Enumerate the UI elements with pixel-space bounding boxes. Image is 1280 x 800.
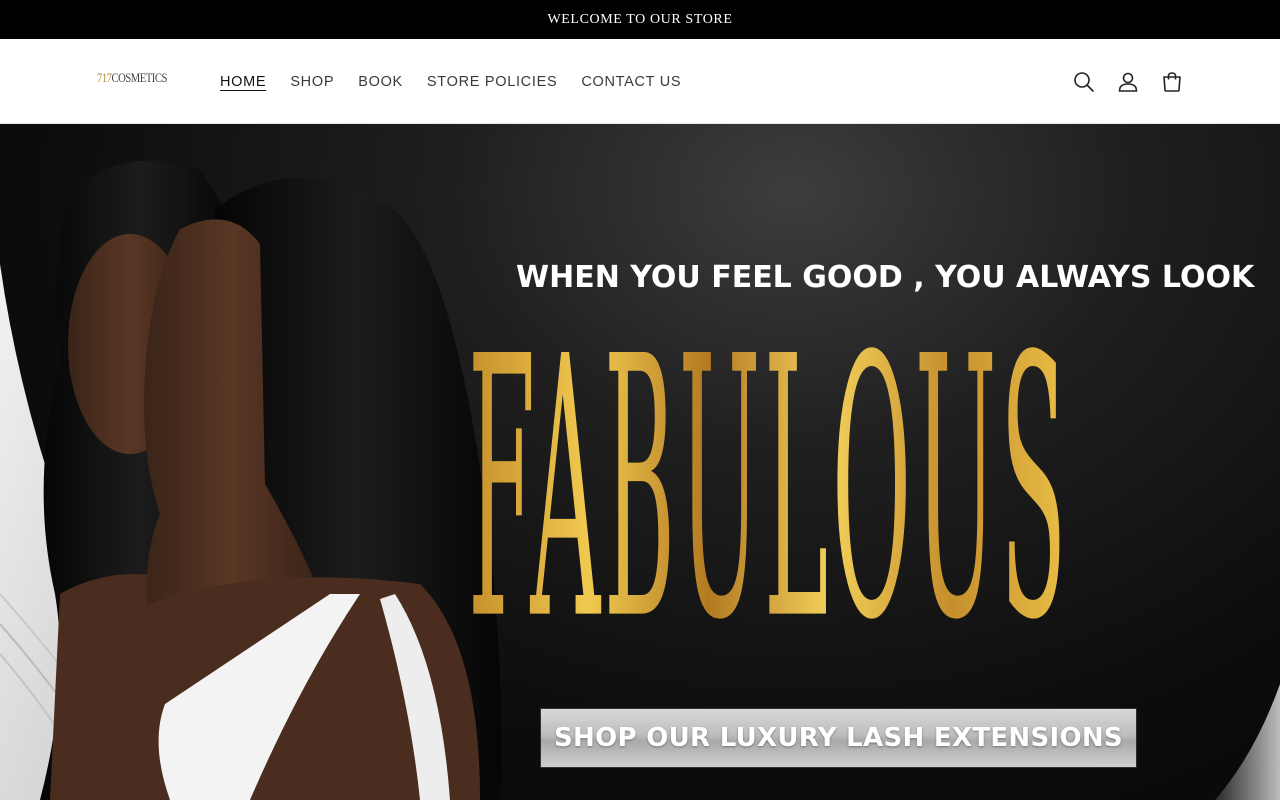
nav-shop[interactable]: SHOP <box>290 74 334 90</box>
logo-name: COSMETICS <box>111 70 168 85</box>
announcement-bar: WELCOME TO OUR STORE <box>0 0 1280 39</box>
nav-book[interactable]: BOOK <box>358 74 403 90</box>
main-nav: HOME SHOP BOOK STORE POLICIES CONTACT US <box>220 39 681 124</box>
store-logo[interactable]: 717COSMETICS <box>97 70 167 86</box>
shop-lash-extensions-button[interactable]: SHOP OUR LUXURY LASH EXTENSIONS <box>541 709 1136 767</box>
account-icon[interactable] <box>1116 70 1140 94</box>
announcement-text: WELCOME TO OUR STORE <box>547 11 733 27</box>
header-icons <box>1072 39 1184 124</box>
hero-banner: WHEN YOU FEEL GOOD , YOU ALWAYS LOOK FAB… <box>0 124 1280 800</box>
site-header: 717COSMETICS HOME SHOP BOOK STORE POLICI… <box>0 39 1280 124</box>
nav-home[interactable]: HOME <box>220 74 266 90</box>
nav-store-policies[interactable]: STORE POLICIES <box>427 74 557 90</box>
nav-contact-us[interactable]: CONTACT US <box>581 74 681 90</box>
search-icon[interactable] <box>1072 70 1096 94</box>
models-illustration <box>40 160 502 800</box>
logo-number: 717 <box>97 70 112 85</box>
hero-headline: FABULOUS <box>468 278 1071 700</box>
cart-icon[interactable] <box>1160 70 1184 94</box>
